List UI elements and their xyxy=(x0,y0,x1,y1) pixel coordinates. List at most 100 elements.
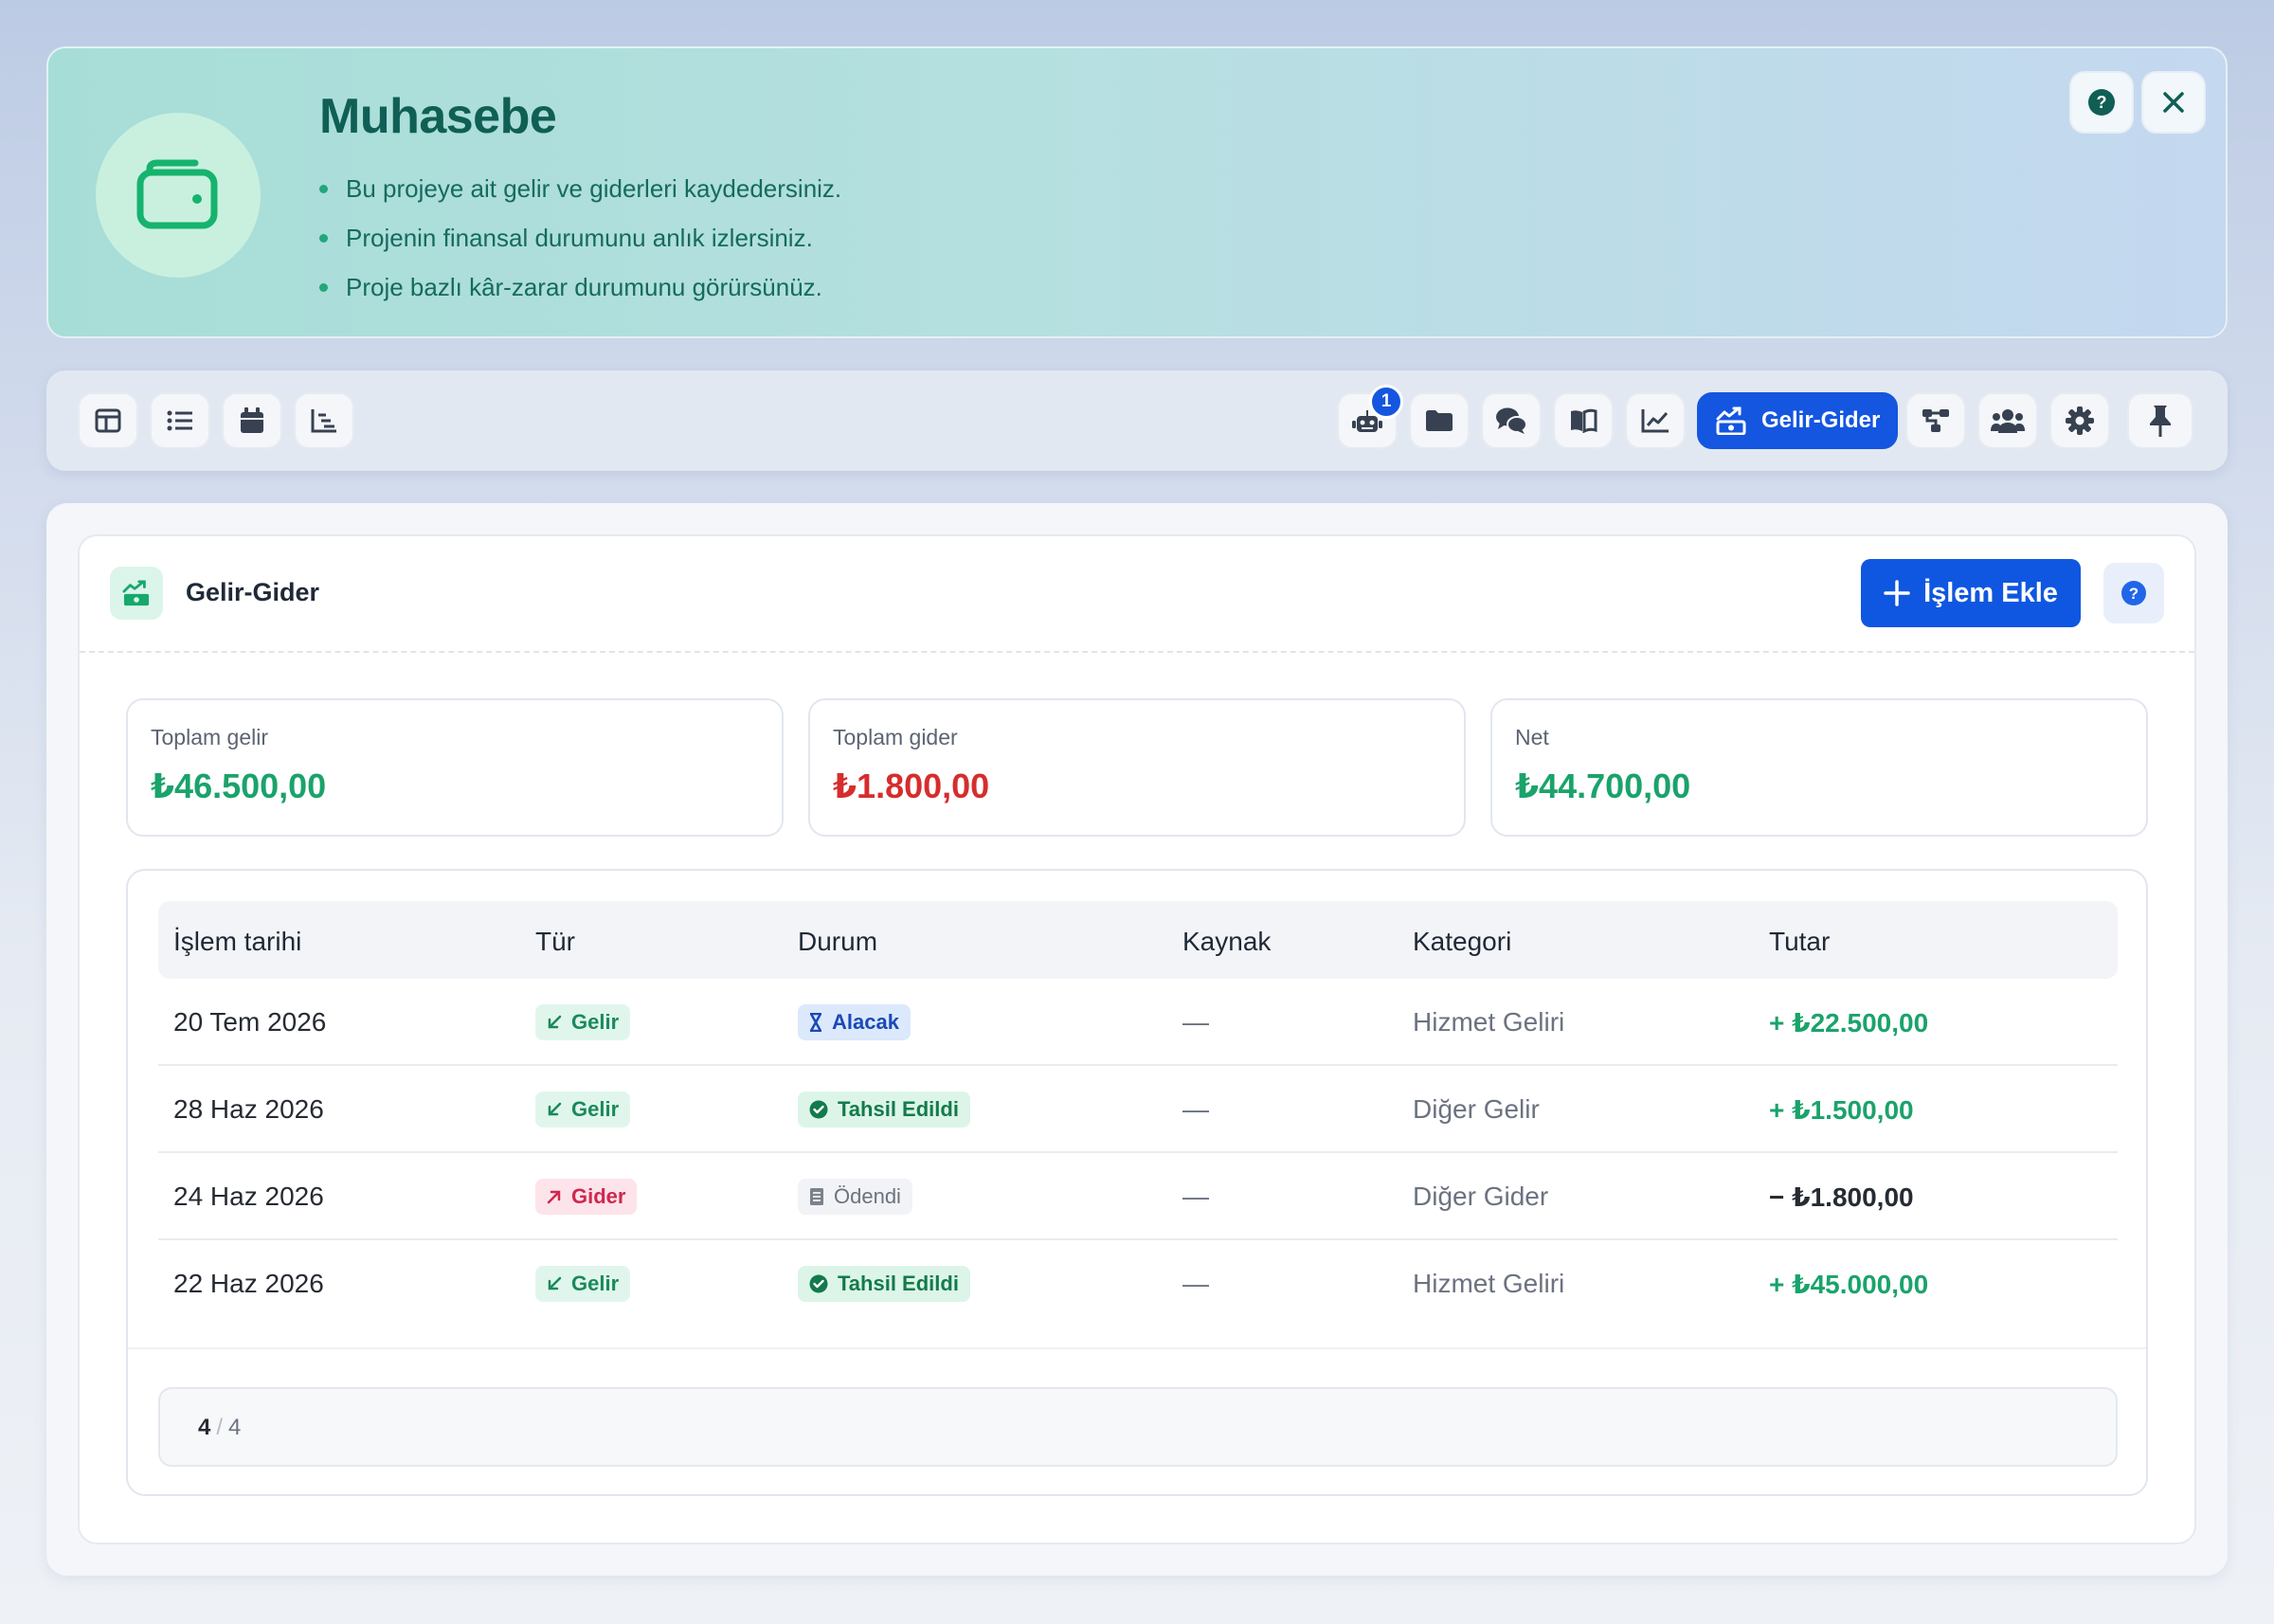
row-source: — xyxy=(1182,1094,1209,1124)
workflow-button[interactable] xyxy=(1905,392,1966,449)
status-badge-tahsil-edildi: Tahsil Edildi xyxy=(798,1266,970,1302)
svg-text:?: ? xyxy=(2129,585,2139,603)
row-amount: + ₺1.500,00 xyxy=(1769,1094,1914,1125)
hourglass-icon xyxy=(809,1013,822,1032)
gantt-icon xyxy=(311,409,336,433)
stat-label: Net xyxy=(1515,725,1549,749)
banner-bullet: Bu projeye ait gelir ve giderleri kayded… xyxy=(319,164,841,213)
board-view-button[interactable] xyxy=(78,392,138,449)
wiki-button[interactable] xyxy=(1553,392,1614,449)
row-date: 22 Haz 2026 xyxy=(173,1269,324,1298)
receipt-icon xyxy=(810,1188,823,1205)
stat-label: Toplam gelir xyxy=(151,725,268,749)
row-date: 20 Tem 2026 xyxy=(173,1007,327,1037)
gelir-gider-icon xyxy=(1716,406,1746,435)
table-row[interactable]: 20 Tem 2026 Gelir Alacak — Hizmet Geliri… xyxy=(158,979,2118,1066)
row-date: 24 Haz 2026 xyxy=(173,1182,324,1211)
transactions-table: İşlem tarihi Tür Durum Kaynak Kategori T… xyxy=(126,869,2148,1496)
list-view-icon xyxy=(167,410,192,431)
column-header-amount[interactable]: Tutar xyxy=(1769,927,1830,957)
check-circle-icon xyxy=(809,1274,828,1293)
gelir-gider-panel: Gelir-Gider İşlem Ekle ? Toplam gelir ₺4… xyxy=(78,534,2196,1544)
banner-bullet-list: Bu projeye ait gelir ve giderleri kayded… xyxy=(319,164,841,312)
banner-help-button[interactable]: ? xyxy=(2069,71,2134,134)
row-amount: − ₺1.800,00 xyxy=(1769,1182,1914,1212)
table-row[interactable]: 24 Haz 2026 Gider Ödendi — Diğer Gider −… xyxy=(158,1153,2118,1240)
banner-bullet: Projenin finansal durumunu anlık izlersi… xyxy=(319,213,841,262)
svg-text:?: ? xyxy=(2097,93,2107,112)
stat-value: ₺1.800,00 xyxy=(833,767,990,805)
folder-icon xyxy=(1426,410,1453,431)
column-header-status[interactable]: Durum xyxy=(798,927,877,957)
files-button[interactable] xyxy=(1409,392,1470,449)
row-source: — xyxy=(1182,1182,1209,1211)
settings-button[interactable] xyxy=(2049,392,2110,449)
board-view-icon xyxy=(95,408,121,433)
row-category: Diğer Gelir xyxy=(1413,1094,1540,1124)
pagination-current: 4 xyxy=(198,1415,211,1440)
help-icon: ? xyxy=(2088,89,2115,116)
gantt-view-button[interactable] xyxy=(294,392,354,449)
calendar-icon xyxy=(241,407,263,433)
row-date: 28 Haz 2026 xyxy=(173,1094,324,1124)
tab-gelir-gider[interactable]: Gelir-Gider xyxy=(1697,392,1898,449)
pin-button[interactable] xyxy=(2127,392,2193,449)
type-badge-gelir: Gelir xyxy=(535,1266,631,1302)
row-source: — xyxy=(1182,1007,1209,1037)
row-amount: + ₺45.000,00 xyxy=(1769,1269,1929,1299)
gelir-gider-icon xyxy=(110,567,163,620)
stat-value: ₺46.500,00 xyxy=(151,767,327,805)
chart-line-icon xyxy=(1641,409,1669,433)
table-footer-divider xyxy=(128,1347,2146,1349)
check-circle-icon xyxy=(809,1100,828,1119)
type-badge-gelir: Gelir xyxy=(535,1092,631,1128)
row-category: Hizmet Geliri xyxy=(1413,1269,1565,1298)
type-badge-gelir: Gelir xyxy=(535,1004,631,1040)
row-source: — xyxy=(1182,1269,1209,1298)
row-category: Hizmet Geliri xyxy=(1413,1007,1565,1037)
view-toolbar: 1 Gelir-Gider xyxy=(46,370,2228,471)
book-icon xyxy=(1571,408,1597,433)
status-badge-odendi: Ödendi xyxy=(798,1179,912,1215)
info-banner: Muhasebe Bu projeye ait gelir ve giderle… xyxy=(46,46,2228,338)
wallet-icon xyxy=(96,113,261,278)
type-badge-gider: Gider xyxy=(535,1179,638,1215)
stat-net: Net ₺44.700,00 xyxy=(1490,698,2148,837)
banner-close-button[interactable] xyxy=(2141,71,2206,134)
help-icon: ? xyxy=(2121,581,2146,605)
calendar-view-button[interactable] xyxy=(222,392,282,449)
row-amount: + ₺22.500,00 xyxy=(1769,1007,1929,1038)
content-area: Gelir-Gider İşlem Ekle ? Toplam gelir ₺4… xyxy=(46,503,2228,1576)
column-header-category[interactable]: Kategori xyxy=(1413,927,1511,957)
status-badge-alacak: Alacak xyxy=(798,1004,911,1040)
arrow-up-right-icon xyxy=(547,1190,561,1204)
workflow-icon xyxy=(1922,409,1949,432)
list-view-button[interactable] xyxy=(150,392,210,449)
reports-button[interactable] xyxy=(1625,392,1686,449)
table-row[interactable]: 28 Haz 2026 Gelir Tahsil Edildi — Diğer … xyxy=(158,1066,2118,1153)
status-badge-tahsil-edildi: Tahsil Edildi xyxy=(798,1092,970,1128)
stat-label: Toplam gider xyxy=(833,725,958,749)
chat-button[interactable] xyxy=(1481,392,1542,449)
column-header-date[interactable]: İşlem tarihi xyxy=(173,927,301,957)
arrow-down-left-icon xyxy=(548,1276,562,1290)
stat-total-income: Toplam gelir ₺46.500,00 xyxy=(126,698,784,837)
arrow-down-left-icon xyxy=(548,1015,562,1029)
column-header-source[interactable]: Kaynak xyxy=(1182,927,1271,957)
panel-title: Gelir-Gider xyxy=(186,578,320,606)
chat-icon xyxy=(1496,407,1527,434)
table-header: İşlem tarihi Tür Durum Kaynak Kategori T… xyxy=(158,901,2118,979)
column-header-type[interactable]: Tür xyxy=(535,927,575,957)
pagination-bar: 4/4 xyxy=(158,1387,2118,1467)
notification-badge: 1 xyxy=(1369,385,1403,419)
panel-help-button[interactable]: ? xyxy=(2103,563,2164,623)
team-button[interactable] xyxy=(1977,392,2038,449)
table-row[interactable]: 22 Haz 2026 Gelir Tahsil Edildi — Hizmet… xyxy=(158,1240,2118,1327)
add-transaction-button[interactable]: İşlem Ekle xyxy=(1861,559,2081,627)
banner-title: Muhasebe xyxy=(319,89,557,144)
pagination-separator: / xyxy=(216,1415,224,1440)
row-category: Diğer Gider xyxy=(1413,1182,1549,1211)
add-transaction-label: İşlem Ekle xyxy=(1923,577,2058,608)
pagination-total: 4 xyxy=(228,1415,242,1440)
automation-button[interactable]: 1 xyxy=(1337,385,1403,449)
